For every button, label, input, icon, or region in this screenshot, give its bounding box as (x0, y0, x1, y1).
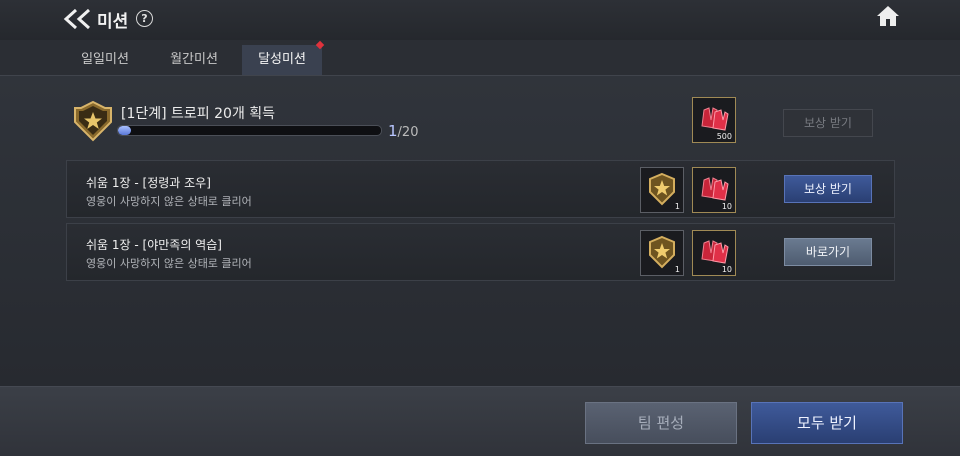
mission-reward-trophy[interactable]: 1 (640, 230, 684, 276)
progress-current: 1 (388, 122, 398, 140)
mission-goto-button[interactable]: 바로가기 (784, 238, 872, 266)
page-title: 미션 (97, 12, 129, 32)
reward-quantity: 1 (674, 265, 680, 274)
mission-reward-gloves[interactable]: 10 (692, 230, 736, 276)
tab-achievement[interactable]: 달성미션 (242, 45, 322, 77)
mission-description: 영웅이 사망하지 않은 상태로 클리어 (86, 195, 252, 208)
mission-claim-button[interactable]: 보상 받기 (784, 175, 872, 203)
mission-reward-gloves[interactable]: 10 (692, 167, 736, 213)
home-icon (877, 6, 899, 26)
stage-progress-bar (117, 125, 382, 136)
progress-total: /20 (397, 125, 419, 140)
tab-bar (0, 40, 960, 76)
mission-title: 쉬움 1장 - [정령과 조우] (86, 176, 211, 190)
stage-progress-text: 1/20 (388, 122, 418, 140)
reward-quantity: 1 (674, 202, 680, 211)
trophy-medal-icon (71, 100, 115, 142)
stage-reward-item[interactable]: 500 (692, 97, 736, 143)
stage-claim-button[interactable]: 보상 받기 (783, 109, 873, 137)
team-edit-button[interactable]: 팀 편성 (585, 402, 737, 444)
mission-description: 영웅이 사망하지 않은 상태로 클리어 (86, 257, 252, 270)
reward-quantity: 10 (721, 202, 732, 211)
mission-title: 쉬움 1장 - [야만족의 역습] (86, 238, 222, 252)
tab-daily[interactable]: 일일미션 (66, 45, 144, 75)
stage-progress-fill (118, 126, 132, 135)
back-button[interactable] (62, 8, 92, 30)
reward-quantity: 500 (716, 132, 732, 141)
help-icon[interactable]: ? (136, 10, 153, 27)
tab-monthly[interactable]: 월간미션 (155, 45, 233, 75)
stage-title: [1단계] 트로피 20개 획득 (121, 106, 276, 122)
claim-all-button[interactable]: 모두 받기 (751, 402, 903, 444)
double-chevron-left-icon (63, 8, 91, 30)
mission-reward-trophy[interactable]: 1 (640, 167, 684, 213)
reward-quantity: 10 (721, 265, 732, 274)
home-button[interactable] (876, 5, 900, 27)
